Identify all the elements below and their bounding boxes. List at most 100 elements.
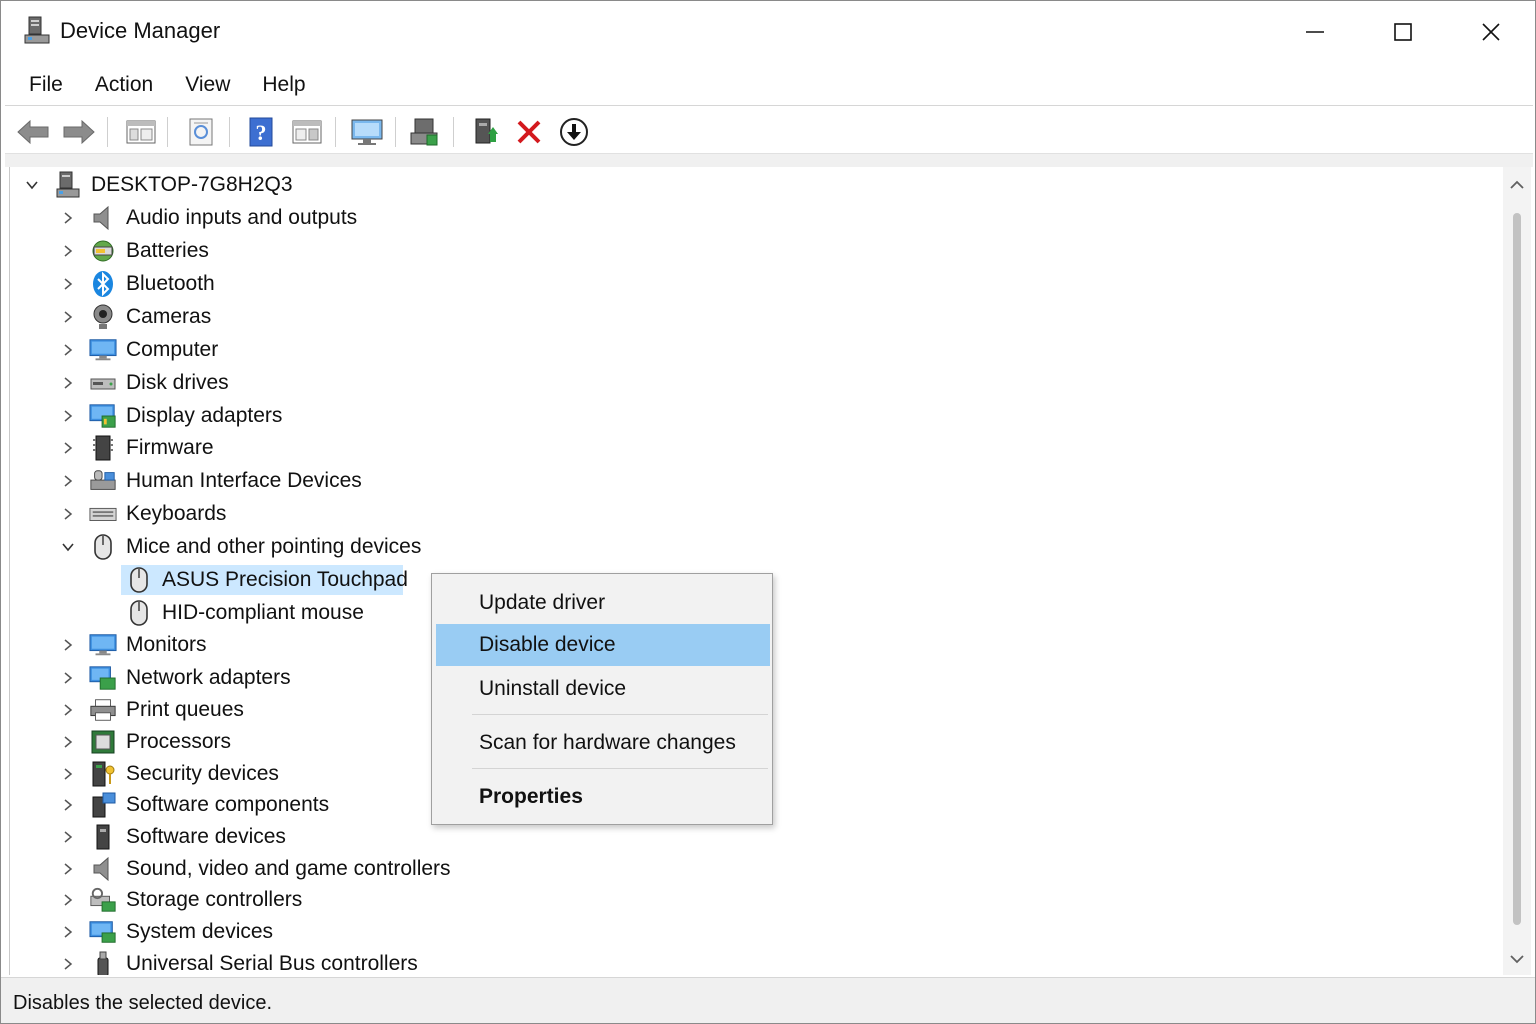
action-pane-icon — [292, 120, 322, 144]
expand-toggle[interactable] — [60, 473, 76, 489]
back-button[interactable] — [15, 115, 51, 149]
ctx-properties[interactable]: Properties — [436, 776, 770, 818]
chevron-right-icon — [64, 278, 73, 290]
menu-action[interactable]: Action — [79, 67, 169, 103]
update-driver-button[interactable] — [407, 115, 443, 149]
software-component-icon — [89, 791, 117, 819]
expand-toggle[interactable] — [60, 637, 76, 653]
chevron-right-icon — [64, 799, 73, 811]
chevron-right-icon — [64, 508, 73, 520]
ctx-uninstall-device[interactable]: Uninstall device — [436, 668, 770, 710]
expand-toggle[interactable] — [60, 892, 76, 908]
tree-category[interactable]: System devices — [10, 916, 1500, 948]
tree-category[interactable]: Universal Serial Bus controllers — [10, 948, 1500, 975]
expand-toggle[interactable] — [60, 276, 76, 292]
expand-toggle[interactable] — [60, 924, 76, 940]
tree-category[interactable]: Display adapters — [10, 400, 1500, 432]
close-icon — [1482, 23, 1500, 41]
expand-toggle[interactable] — [60, 506, 76, 522]
toolbar-separator — [453, 117, 454, 147]
tree-node-label: Storage controllers — [126, 888, 303, 911]
expand-toggle[interactable] — [60, 243, 76, 259]
computer-tower-icon — [54, 171, 82, 199]
chevron-right-icon — [64, 245, 73, 257]
ctx-disable-device[interactable]: Disable device — [436, 624, 770, 666]
menu-file[interactable]: File — [1, 67, 79, 103]
expand-toggle[interactable] — [60, 956, 76, 972]
usb-icon — [89, 950, 117, 975]
tree-category[interactable]: Keyboards — [10, 498, 1500, 530]
tree-category[interactable]: Disk drives — [10, 367, 1500, 399]
uninstall-device-button[interactable] — [511, 115, 547, 149]
tree-category[interactable]: Mice and other pointing devices — [10, 531, 1500, 563]
chevron-right-icon — [64, 344, 73, 356]
chevron-down-icon — [26, 181, 38, 190]
expand-toggle[interactable] — [60, 861, 76, 877]
chevron-right-icon — [64, 704, 73, 716]
show-hide-console-tree-button[interactable] — [123, 115, 159, 149]
collapse-toggle[interactable] — [60, 539, 76, 555]
toolbar: ? — [1, 107, 1535, 155]
close-button[interactable] — [1447, 1, 1535, 63]
tree-category[interactable]: Software devices — [10, 821, 1500, 853]
tree-category[interactable]: Sound, video and game controllers — [10, 853, 1500, 885]
enable-device-button[interactable] — [467, 115, 503, 149]
expand-toggle[interactable] — [60, 766, 76, 782]
scroll-thumb[interactable] — [1513, 213, 1521, 925]
tree-node-label: Universal Serial Bus controllers — [126, 952, 418, 975]
help-button[interactable]: ? — [243, 115, 279, 149]
expand-toggle[interactable] — [60, 702, 76, 718]
tree-category[interactable]: Cameras — [10, 301, 1500, 333]
tree-node-label: DESKTOP-7G8H2Q3 — [91, 173, 293, 196]
tree-category[interactable]: Audio inputs and outputs — [10, 202, 1500, 234]
menu-divider — [5, 105, 1533, 106]
minimize-button[interactable] — [1271, 1, 1359, 63]
expand-toggle[interactable] — [60, 408, 76, 424]
vertical-scrollbar[interactable] — [1503, 167, 1531, 975]
device-manager-app-icon — [23, 15, 51, 45]
expand-toggle[interactable] — [60, 309, 76, 325]
expand-toggle[interactable] — [60, 375, 76, 391]
expand-toggle[interactable] — [60, 342, 76, 358]
expand-toggle[interactable] — [60, 670, 76, 686]
svg-text:?: ? — [256, 120, 267, 145]
ctx-scan-hardware[interactable]: Scan for hardware changes — [436, 722, 770, 764]
menu-help[interactable]: Help — [246, 67, 321, 103]
properties-button[interactable] — [183, 115, 219, 149]
tree-category[interactable]: Batteries — [10, 235, 1500, 267]
action-pane-button[interactable] — [289, 115, 325, 149]
scan-hardware-button[interactable] — [349, 115, 385, 149]
processor-icon — [89, 728, 117, 756]
forward-button[interactable] — [61, 115, 97, 149]
properties-sheet-icon — [189, 118, 213, 146]
ctx-update-driver[interactable]: Update driver — [436, 582, 770, 624]
menu-bar: File Action View Help — [1, 67, 322, 103]
expand-toggle[interactable] — [60, 734, 76, 750]
tree-category[interactable]: Computer — [10, 334, 1500, 366]
download-driver-button[interactable] — [556, 115, 592, 149]
tree-root[interactable]: DESKTOP-7G8H2Q3 — [10, 169, 1500, 201]
maximize-button[interactable] — [1359, 1, 1447, 63]
tree-node-label: Network adapters — [126, 666, 291, 689]
expand-toggle[interactable] — [60, 829, 76, 845]
device-manager-window: Device Manager File Action View Help ? D… — [0, 0, 1536, 1024]
expand-toggle[interactable] — [60, 797, 76, 813]
chevron-down-icon — [62, 543, 74, 552]
expand-toggle[interactable] — [60, 210, 76, 226]
tree-category[interactable]: Human Interface Devices — [10, 465, 1500, 497]
mouse-icon — [125, 566, 153, 594]
tree-category[interactable]: Firmware — [10, 432, 1500, 464]
menu-view[interactable]: View — [169, 67, 246, 103]
system-devices-icon — [89, 918, 117, 946]
firmware-icon — [89, 434, 117, 462]
monitor-icon — [89, 631, 117, 659]
scroll-up-button[interactable] — [1503, 173, 1531, 197]
expand-toggle[interactable] — [60, 440, 76, 456]
scroll-down-button[interactable] — [1503, 947, 1531, 971]
tree-category[interactable]: Bluetooth — [10, 268, 1500, 300]
collapse-toggle[interactable] — [24, 177, 40, 193]
chevron-right-icon — [64, 639, 73, 651]
hid-icon — [89, 467, 117, 495]
speaker-icon — [89, 204, 117, 232]
tree-category[interactable]: Storage controllers — [10, 884, 1500, 916]
